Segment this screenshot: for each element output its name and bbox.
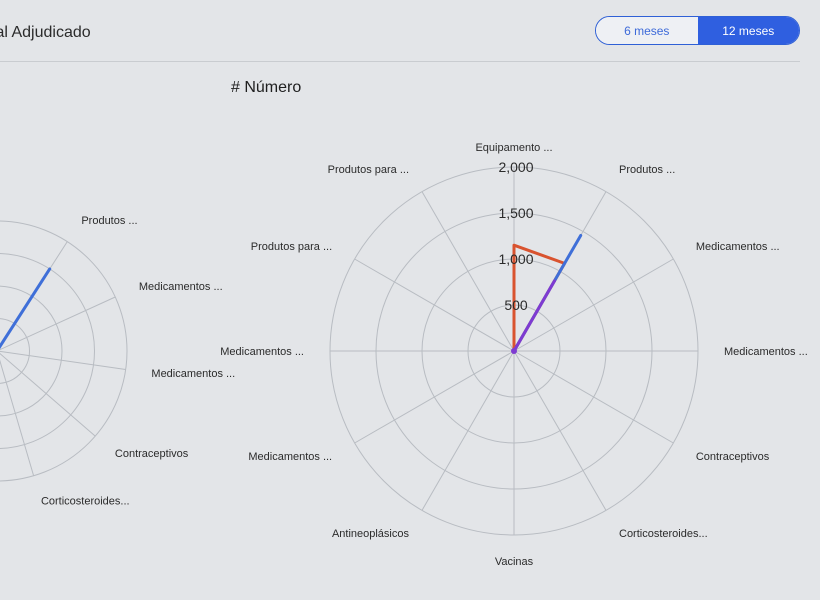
- axis-label: Medicamentos ...: [696, 241, 780, 253]
- axis-label: Contraceptivos: [696, 451, 770, 463]
- series-line: [512, 279, 556, 353]
- axis-label: Corticosteroides...: [619, 528, 708, 540]
- radial-tick-label: 1,000: [498, 251, 533, 267]
- axis-label: Antineoplásicos: [332, 528, 410, 540]
- grid-spoke: [513, 258, 674, 352]
- axis-label: Equipamento ...: [475, 142, 552, 154]
- grid-ring: [0, 253, 95, 449]
- grid-ring: [0, 285, 63, 417]
- grid-ring: [0, 318, 30, 384]
- grid-spoke: [513, 350, 674, 444]
- axis-label: Corticosteroides...: [41, 496, 130, 508]
- radial-tick-label: 2,000: [498, 159, 533, 175]
- radar-charts: Produtos ... Medicamentos ... Medicamentos…: [0, 142, 808, 568]
- grid-spoke: [0, 350, 126, 370]
- grid-spoke: [0, 296, 116, 351]
- axis-label: Medicamentos ...: [248, 451, 332, 463]
- axis-label: Produtos ...: [619, 164, 675, 176]
- grid-spoke: [354, 350, 515, 444]
- center-dot: [511, 348, 517, 354]
- axis-label: Produtos ...: [81, 215, 137, 227]
- grid-spoke: [354, 258, 515, 352]
- axis-label: Contraceptivos: [115, 448, 189, 460]
- radial-tick-label: 500: [504, 297, 528, 313]
- axis-label: Medicamentos ...: [139, 281, 223, 293]
- grid-ring: [0, 220, 128, 482]
- axis-label: Medicamentos ...: [151, 368, 235, 380]
- axis-label: Medicamentos ...: [724, 346, 808, 358]
- grid-spoke: [513, 350, 607, 511]
- grid-spoke: [421, 350, 515, 511]
- axis-label: Produtos para ...: [251, 241, 332, 253]
- axis-label: Produtos para ...: [328, 164, 409, 176]
- axis-label: Medicamentos ...: [220, 346, 304, 358]
- axis-label: Vacinas: [495, 556, 534, 568]
- grid-spoke: [0, 352, 96, 437]
- radial-tick-label: 1,500: [498, 205, 533, 221]
